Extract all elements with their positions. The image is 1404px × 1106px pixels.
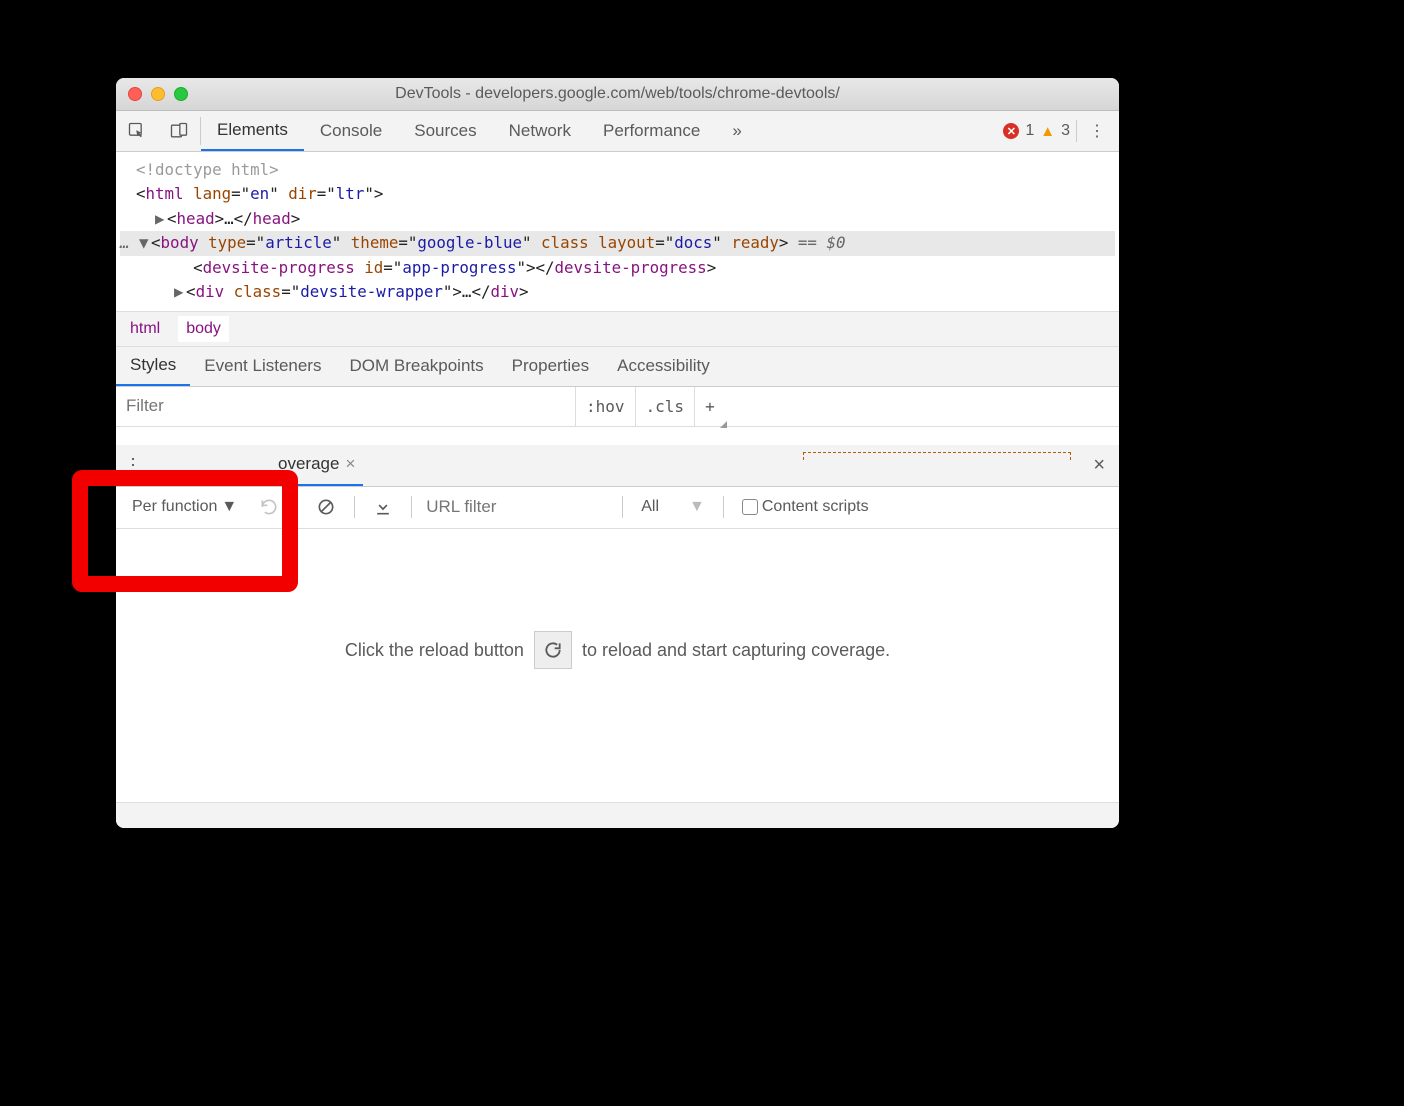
content-scripts-checkbox[interactable]: Content scripts bbox=[734, 498, 877, 516]
new-rule-button[interactable]: + bbox=[695, 387, 725, 426]
subtab-properties[interactable]: Properties bbox=[498, 347, 603, 386]
coverage-empty-state: Click the reload button to reload and st… bbox=[116, 529, 1119, 802]
main-tab-bar: Elements Console Sources Network Perform… bbox=[116, 111, 1119, 152]
styles-body-peek bbox=[116, 427, 1119, 445]
titlebar: DevTools - developers.google.com/web/too… bbox=[116, 78, 1119, 111]
drawer-tab-coverage[interactable]: C overage × bbox=[270, 445, 363, 486]
url-filter-input[interactable] bbox=[422, 497, 612, 517]
breadcrumb-bar: html body bbox=[116, 311, 1119, 347]
tab-sources[interactable]: Sources bbox=[398, 111, 492, 151]
dom-head[interactable]: ▶<head>…</head> bbox=[120, 207, 1115, 231]
status-area: ✕ 1 ▲ 3 ⋮ bbox=[1003, 111, 1119, 151]
chevron-down-icon: ▼ bbox=[221, 498, 237, 516]
inspect-element-button[interactable] bbox=[116, 111, 158, 151]
dom-tree[interactable]: <!doctype html> <html lang="en" dir="ltr… bbox=[116, 152, 1119, 311]
settings-menu-button[interactable]: ⋮ bbox=[1083, 121, 1111, 141]
bottom-bar bbox=[116, 802, 1119, 828]
export-button[interactable] bbox=[365, 497, 401, 517]
styles-filter-row: :hov .cls + bbox=[116, 387, 1119, 427]
coverage-mode-label: Per function bbox=[132, 498, 217, 516]
clear-button[interactable] bbox=[308, 497, 344, 517]
dom-html-open[interactable]: <html lang="en" dir="ltr"> bbox=[120, 182, 1115, 206]
box-model-peek bbox=[803, 452, 1071, 460]
drawer-menu-button[interactable]: ⋮ bbox=[116, 455, 150, 476]
subtab-event-listeners[interactable]: Event Listeners bbox=[190, 347, 335, 386]
device-toolbar-button[interactable] bbox=[158, 111, 200, 151]
drawer-tab-label: overage bbox=[278, 454, 339, 474]
empty-text-before: Click the reload button bbox=[345, 640, 524, 661]
breadcrumb-body[interactable]: body bbox=[178, 316, 229, 342]
empty-text-after: to reload and start capturing coverage. bbox=[582, 640, 890, 661]
tab-network[interactable]: Network bbox=[493, 111, 587, 151]
separator bbox=[723, 496, 724, 518]
subtab-accessibility[interactable]: Accessibility bbox=[603, 347, 724, 386]
tab-elements[interactable]: Elements bbox=[201, 111, 304, 151]
dom-body-selected[interactable]: … ▼<body type="article" theme="google-bl… bbox=[120, 231, 1115, 255]
reload-button[interactable] bbox=[534, 631, 572, 669]
divider bbox=[1076, 120, 1077, 142]
zoom-window-button[interactable] bbox=[174, 87, 188, 101]
main-tabs: Elements Console Sources Network Perform… bbox=[201, 111, 1003, 151]
coverage-toolbar: Per function ▼ All ▼ Content scripts bbox=[116, 487, 1119, 529]
type-filter-label: All bbox=[641, 498, 659, 516]
dom-progress[interactable]: <devsite-progress id="app-progress"></de… bbox=[120, 256, 1115, 280]
tab-console[interactable]: Console bbox=[304, 111, 398, 151]
drawer-close-button[interactable]: × bbox=[1079, 454, 1119, 477]
subtab-styles[interactable]: Styles bbox=[116, 347, 190, 386]
chevron-down-icon: ▼ bbox=[689, 498, 705, 516]
drawer-tab-close-icon[interactable]: × bbox=[345, 454, 355, 474]
type-filter-dropdown[interactable]: All ▼ bbox=[633, 498, 713, 516]
warning-count: 3 bbox=[1061, 122, 1070, 140]
styles-filter-input[interactable] bbox=[116, 387, 576, 426]
close-window-button[interactable] bbox=[128, 87, 142, 101]
error-count: 1 bbox=[1025, 122, 1034, 140]
coverage-mode-dropdown[interactable]: Per function ▼ bbox=[124, 498, 245, 516]
window-title: DevTools - developers.google.com/web/too… bbox=[116, 85, 1119, 103]
separator bbox=[622, 496, 623, 518]
minimize-window-button[interactable] bbox=[151, 87, 165, 101]
reload-icon-button[interactable] bbox=[251, 497, 287, 517]
content-scripts-label: Content scripts bbox=[762, 498, 869, 516]
subtab-dom-breakpoints[interactable]: DOM Breakpoints bbox=[335, 347, 497, 386]
dom-wrapper[interactable]: ▶<div class="devsite-wrapper">…</div> bbox=[120, 280, 1115, 304]
dom-doctype[interactable]: <!doctype html> bbox=[120, 158, 1115, 182]
separator bbox=[354, 496, 355, 518]
separator bbox=[297, 496, 298, 518]
error-icon[interactable]: ✕ bbox=[1003, 123, 1019, 139]
cls-button[interactable]: .cls bbox=[636, 387, 696, 426]
devtools-window: DevTools - developers.google.com/web/too… bbox=[116, 78, 1119, 828]
separator bbox=[411, 496, 412, 518]
tab-performance[interactable]: Performance bbox=[587, 111, 716, 151]
warning-icon[interactable]: ▲ bbox=[1040, 123, 1055, 140]
styles-tab-bar: Styles Event Listeners DOM Breakpoints P… bbox=[116, 347, 1119, 387]
traffic-lights bbox=[128, 87, 188, 101]
tabs-overflow[interactable]: » bbox=[716, 111, 757, 151]
checkbox-icon bbox=[742, 499, 758, 515]
hov-button[interactable]: :hov bbox=[576, 387, 636, 426]
breadcrumb-html[interactable]: html bbox=[130, 320, 160, 338]
